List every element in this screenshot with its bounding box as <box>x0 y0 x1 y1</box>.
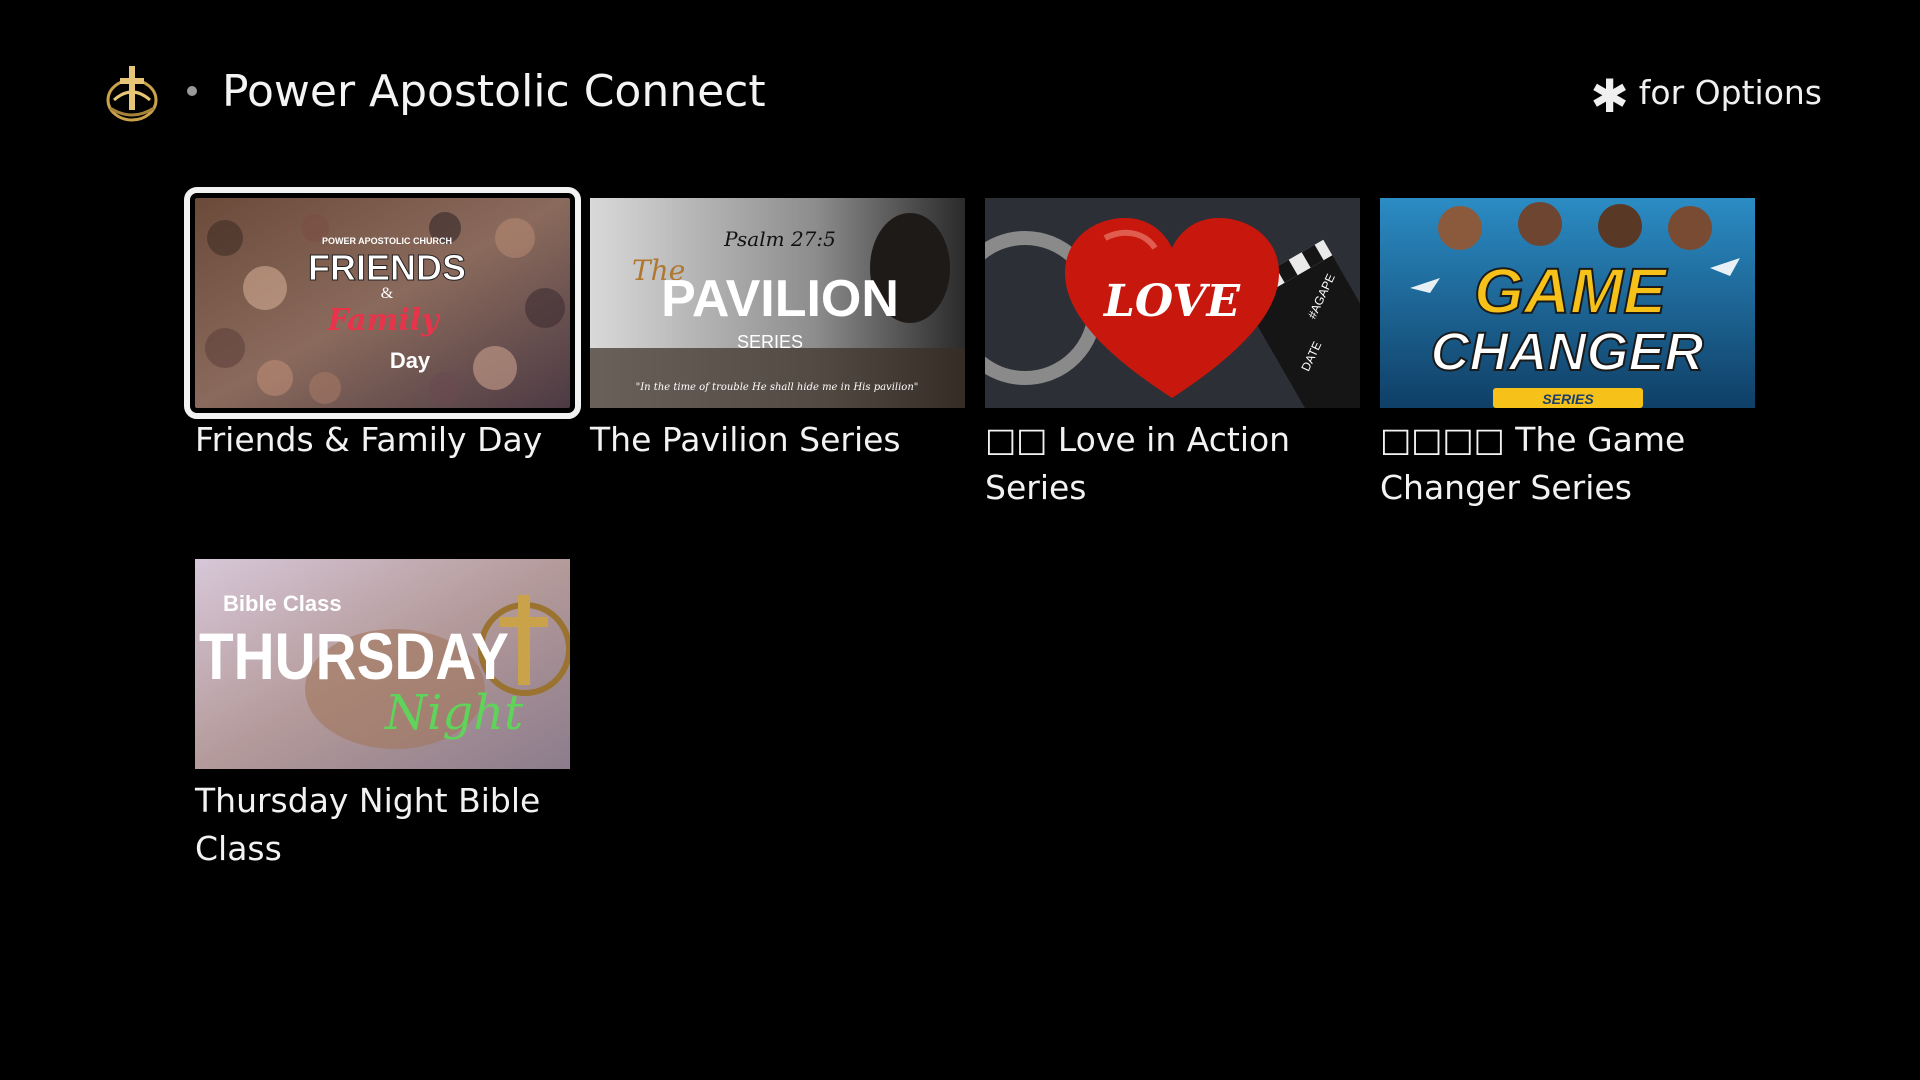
thumb-text: Day <box>390 348 431 373</box>
series-title: Friends & Family Day <box>195 420 543 459</box>
thumb-text: Night <box>384 685 524 741</box>
thumb-text: Family <box>326 303 441 338</box>
series-title: □□□□ The Game Changer Series <box>1380 420 1686 507</box>
thumb-text: PAVILION <box>661 270 899 328</box>
separator-dot <box>187 86 197 96</box>
series-tile-love-in-action[interactable]: LOVE #AGAPE DATE □□ Love in Action Serie… <box>985 198 1360 512</box>
series-tile-thursday-night-bible-class[interactable]: Bible Class THURSDAY Night Thursday Nigh… <box>195 559 570 873</box>
series-tile-game-changer[interactable]: GAME CHANGER SERIES □□□□ The Game Change… <box>1380 198 1755 512</box>
thumb-text: POWER APOSTOLIC CHURCH <box>322 236 452 246</box>
series-grid: POWER APOSTOLIC CHURCH FRIENDS & Family … <box>184 187 1795 1018</box>
series-thumbnail: Bible Class THURSDAY Night <box>195 559 570 769</box>
options-hint-label: for Options <box>1638 73 1822 112</box>
series-tile-friends-family-day[interactable]: POWER APOSTOLIC CHURCH FRIENDS & Family … <box>184 187 581 464</box>
thumb-text: SERIES <box>737 332 803 352</box>
series-title: Thursday Night Bible Class <box>195 781 541 868</box>
thumb-text: Psalm 27:5 <box>723 227 836 251</box>
thumb-text: LOVE <box>1102 276 1242 327</box>
thumb-text: GAME <box>1474 255 1668 327</box>
thumb-text: THURSDAY <box>199 619 509 693</box>
options-hint: ✱ for Options <box>1590 68 1822 123</box>
asterisk-icon: ✱ <box>1590 69 1629 123</box>
series-thumbnail: GAME CHANGER SERIES <box>1380 198 1755 408</box>
series-thumbnail: LOVE #AGAPE DATE <box>985 198 1360 408</box>
app-title: Power Apostolic Connect <box>222 66 766 117</box>
thumb-text: Bible Class <box>223 591 342 616</box>
thumb-text: & <box>381 285 394 302</box>
series-thumbnail: POWER APOSTOLIC CHURCH FRIENDS & Family … <box>184 187 581 419</box>
thumb-text: SERIES <box>1542 391 1594 407</box>
series-tile-pavilion[interactable]: Psalm 27:5 The PAVILION SERIES "In the t… <box>590 198 965 464</box>
top-bar: Power Apostolic Connect ✱ for Options <box>0 0 1920 180</box>
thumb-text: CHANGER <box>1430 322 1703 382</box>
church-cross-emblem-icon <box>104 60 160 124</box>
thumb-text: FRIENDS <box>308 247 466 288</box>
series-title: The Pavilion Series <box>590 420 901 459</box>
series-thumbnail: Psalm 27:5 The PAVILION SERIES "In the t… <box>590 198 965 408</box>
series-title: □□ Love in Action Series <box>985 420 1291 507</box>
thumb-text: "In the time of trouble He shall hide me… <box>636 382 919 393</box>
